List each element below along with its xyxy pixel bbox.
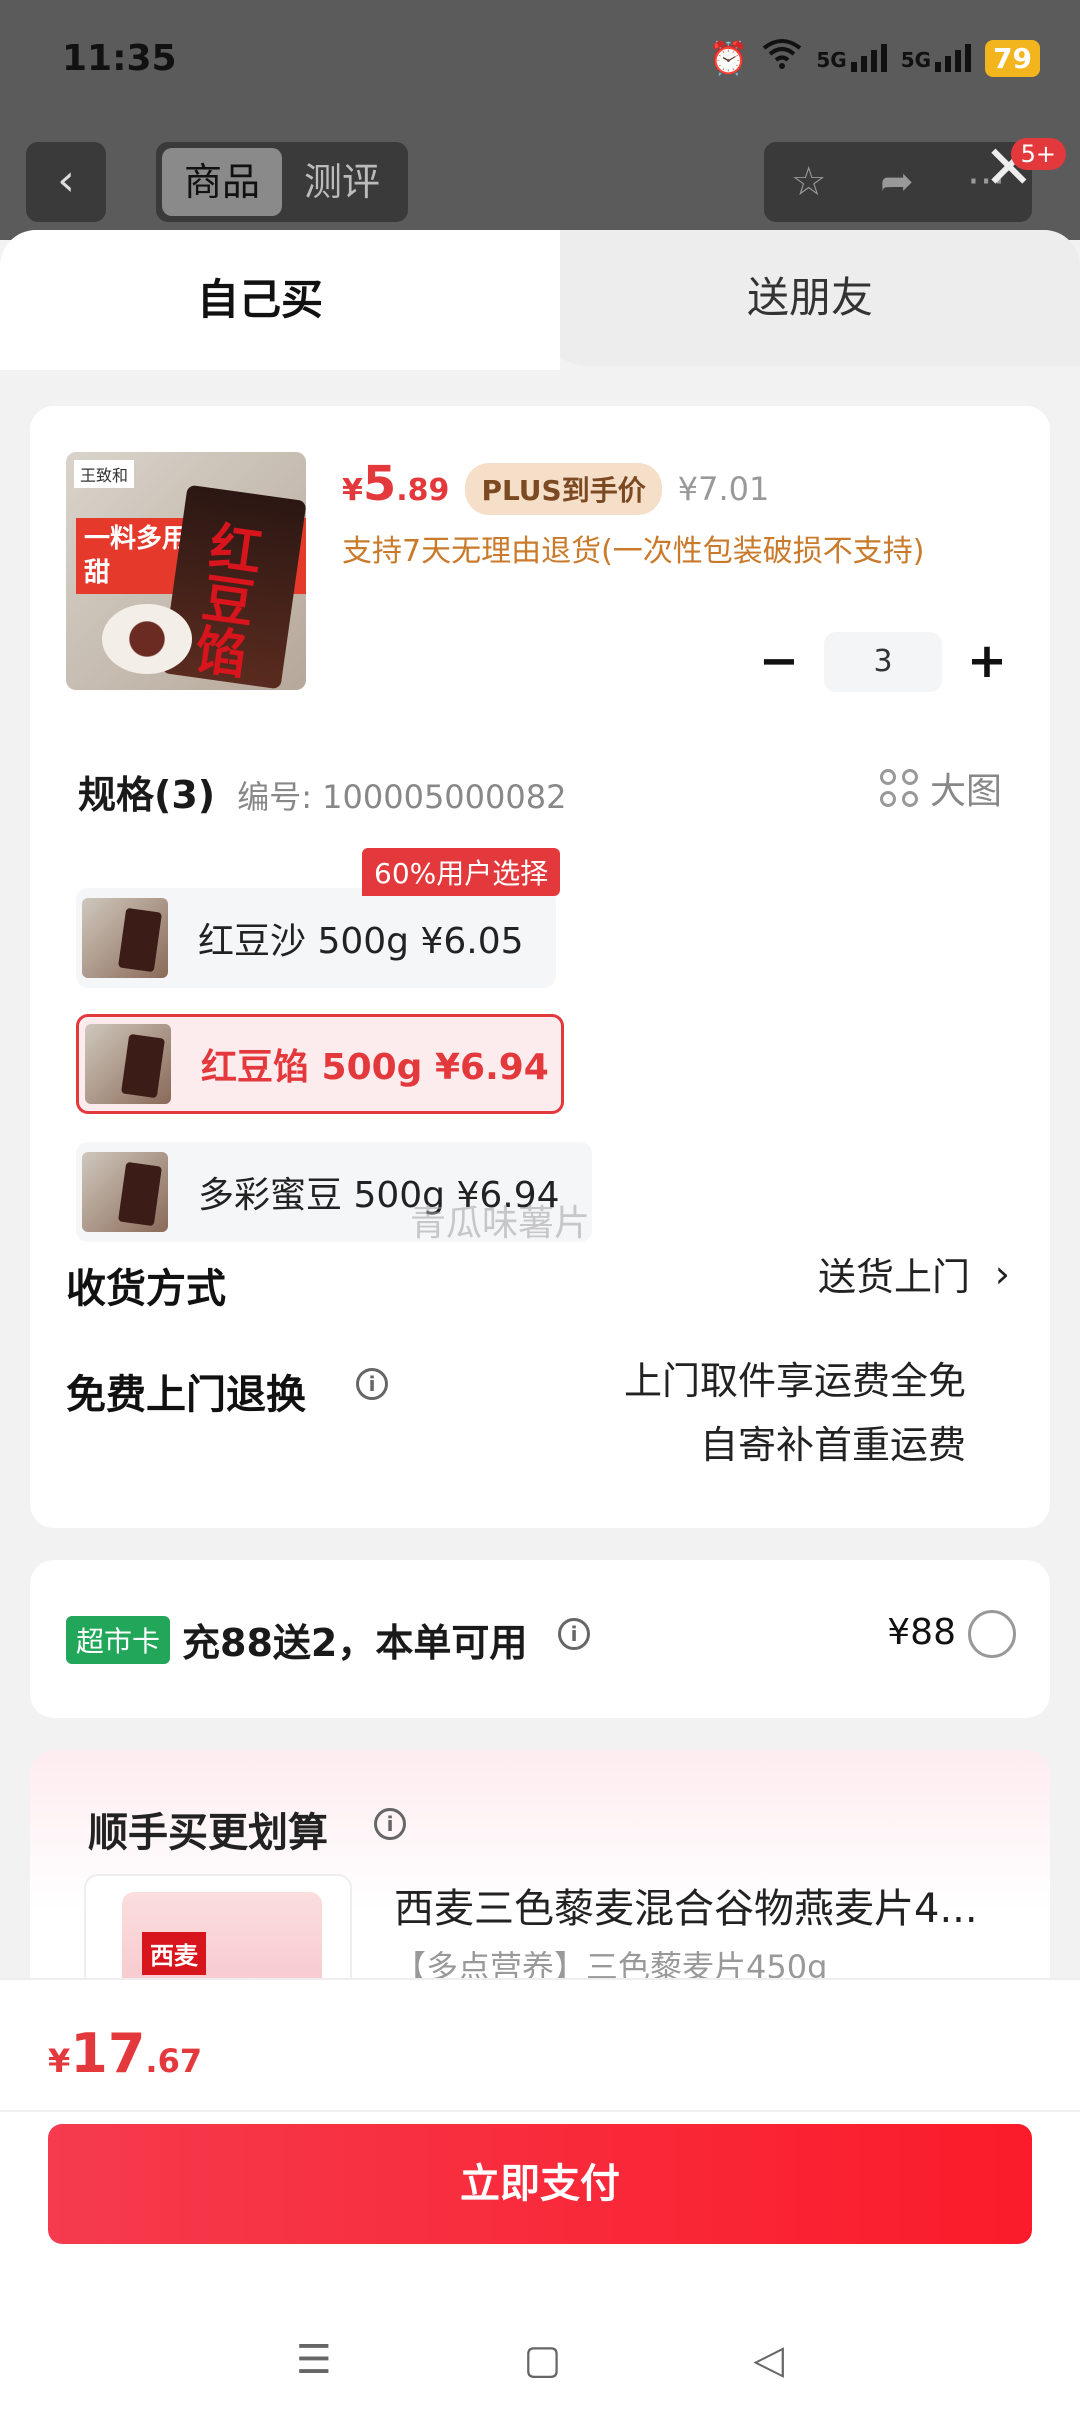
price-row: ¥5.89 PLUS到手价 ¥7.01: [342, 456, 769, 515]
chevron-right-icon[interactable]: ›: [995, 1252, 1010, 1296]
brand-logo: 王致和: [74, 460, 135, 488]
upsell-title: 顺手买更划算: [88, 1810, 328, 1856]
tab-self-buy[interactable]: 自己买: [0, 230, 520, 370]
delivery-method-value[interactable]: 送货上门: [818, 1248, 970, 1306]
spec-header: 规格(3) 编号: 100005000082: [78, 764, 566, 819]
back-nav-icon[interactable]: ◁: [753, 2337, 784, 2383]
status-bar: 11:35 ⏰ 5G 5G 79: [0, 0, 1080, 120]
supermarket-card-row[interactable]: 超市卡 充88送2，本单可用 i ¥88: [30, 1560, 1050, 1718]
menu-icon[interactable]: ☰: [296, 2337, 332, 2383]
variant-label: 红豆沙 500g ¥6.05: [198, 921, 524, 962]
battery-icon: 79: [985, 39, 1040, 77]
star-icon: ☆: [790, 159, 827, 205]
status-icons: ⏰ 5G 5G 79: [708, 38, 1040, 78]
tab-gift[interactable]: 送朋友: [540, 230, 1080, 366]
free-return-line2: 自寄补首重运费: [699, 1423, 966, 1467]
big-picture-label: 大图: [929, 771, 1002, 812]
product-image[interactable]: 王致和 一料多用 味道清甜 红豆馅: [66, 452, 306, 690]
popular-choice-badge: 60%用户选择: [362, 848, 561, 896]
status-time: 11:35: [62, 38, 177, 79]
system-nav-bar: ☰ ▢ ◁: [0, 2308, 1080, 2412]
current-price: ¥5.89: [342, 456, 450, 512]
quantity-stepper: − 3 +: [754, 632, 1012, 692]
background-page: 11:35 ⏰ 5G 5G 79 ‹ 商品 测评 ☆ ➦ ··· ✕ 5+: [0, 0, 1080, 240]
upsell-brand-logo: 西麦: [142, 1932, 206, 1975]
total-price: ¥17.67: [48, 2022, 203, 2085]
variant-option[interactable]: 红豆沙 500g ¥6.05: [76, 888, 556, 988]
variant-option-selected[interactable]: 红豆馅 500g ¥6.94: [76, 1014, 564, 1114]
spec-title: 规格(3): [78, 773, 216, 817]
supermarket-card-tag: 超市卡: [66, 1616, 171, 1664]
big-picture-button[interactable]: 大图: [879, 762, 1002, 814]
free-return-label: 免费上门退换: [66, 1372, 306, 1418]
product-card: 王致和 一料多用 味道清甜 红豆馅 ¥5.89 PLUS到手价 ¥7.01 支持…: [30, 406, 1050, 1528]
signal-icon: 5G: [901, 44, 972, 72]
pay-now-button[interactable]: 立即支付: [48, 2124, 1032, 2244]
decrease-button[interactable]: −: [754, 637, 804, 687]
return-policy-note: 支持7天无理由退货(一次性包装破损不支持): [342, 534, 925, 569]
background-tabs: 商品 测评: [156, 142, 408, 222]
variant-label: 红豆馅 500g ¥6.94: [201, 1047, 549, 1088]
plus-price-tag: PLUS到手价: [465, 463, 662, 515]
tab-review: 测评: [303, 160, 380, 204]
watermark: 青瓜味薯片: [410, 1203, 591, 1244]
home-icon[interactable]: ▢: [524, 2337, 562, 2383]
info-icon[interactable]: i: [356, 1368, 388, 1400]
wifi-icon: [762, 38, 802, 78]
supermarket-card-price: ¥88: [887, 1612, 956, 1653]
increase-button[interactable]: +: [962, 637, 1012, 687]
mode-tabs: 送朋友 自己买: [0, 230, 1080, 370]
divider: [0, 1978, 1080, 1980]
background-nav: ‹ 商品 测评 ☆ ➦ ··· ✕ 5+: [0, 138, 1080, 228]
variant-thumbnail: [82, 898, 168, 978]
alarm-icon: ⏰: [708, 39, 749, 77]
supermarket-card-radio[interactable]: [968, 1610, 1016, 1658]
delivery-method-label: 收货方式: [66, 1266, 226, 1312]
share-icon: ➦: [880, 159, 914, 205]
message-badge: 5+: [1010, 138, 1066, 170]
variant-thumbnail: [82, 1152, 168, 1232]
tab-product: 商品: [162, 148, 282, 216]
grid-icon: [879, 769, 918, 807]
variant-thumbnail: [85, 1024, 171, 1104]
checkout-footer: ¥17.67 立即支付 ☰ ▢ ◁: [0, 1978, 1080, 2412]
original-price: ¥7.01: [677, 470, 770, 508]
quantity-value[interactable]: 3: [824, 632, 942, 692]
sku-number: 编号: 100005000082: [237, 778, 567, 816]
divider: [0, 2110, 1080, 2112]
upsell-product-name[interactable]: 西麦三色藜麦混合谷物燕麦片4...: [394, 1876, 978, 1934]
signal-icon: 5G: [816, 44, 887, 72]
info-icon[interactable]: i: [374, 1808, 406, 1840]
info-icon[interactable]: i: [558, 1618, 590, 1650]
back-icon: ‹: [26, 142, 106, 222]
bowl-graphic: [102, 604, 192, 674]
free-return-line1: 上门取件享运费全免: [623, 1359, 966, 1403]
supermarket-card-text: 充88送2，本单可用: [182, 1621, 528, 1665]
